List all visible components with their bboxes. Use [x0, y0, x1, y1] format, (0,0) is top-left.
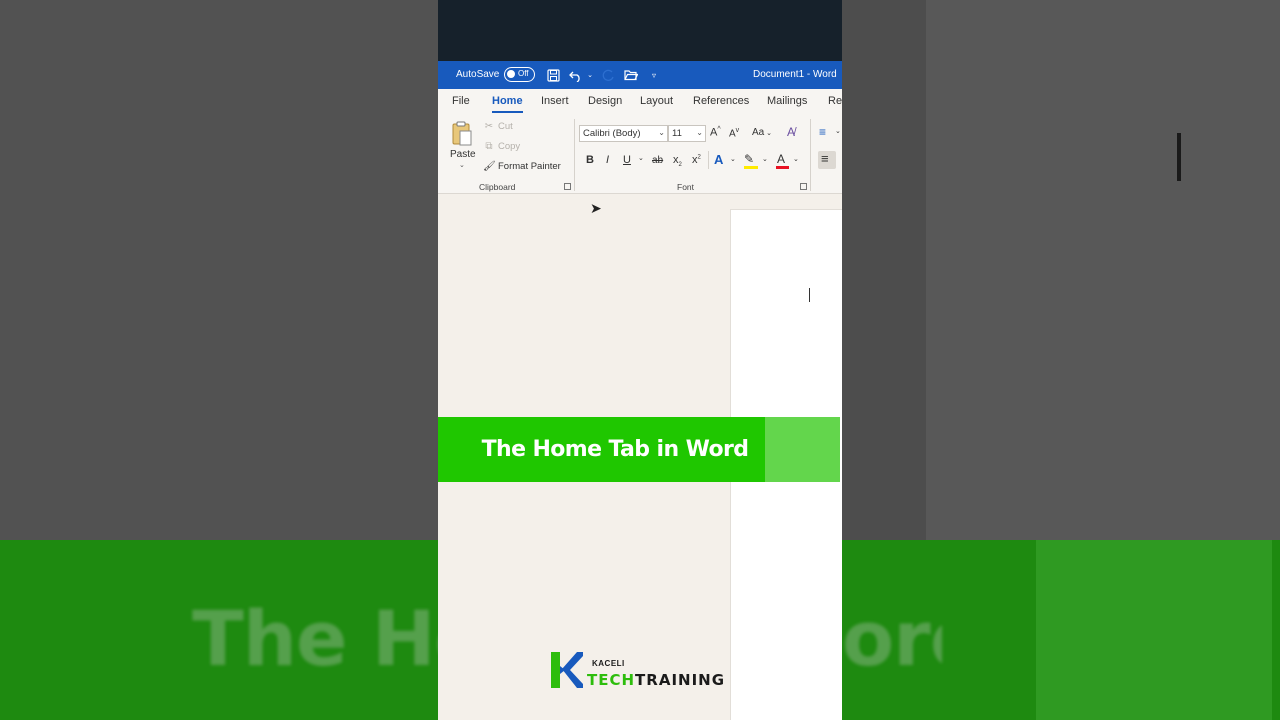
blurred-background-panel [926, 0, 1280, 540]
undo-icon[interactable] [568, 66, 584, 84]
banner-title: The Home Tab in Word [481, 437, 749, 462]
blurred-cursor-mark [1177, 133, 1181, 181]
cut-button[interactable]: ✂ Cut [483, 121, 513, 132]
change-case-button[interactable]: Aa ⌄ [752, 127, 772, 138]
open-folder-icon[interactable] [623, 66, 639, 84]
clipboard-group-label: Clipboard [479, 182, 516, 192]
format-painter-button[interactable]: 🖌 Format Painter [483, 161, 561, 172]
bullets-icon[interactable]: ≡ [819, 125, 826, 139]
redo-icon [600, 66, 616, 84]
blurred-banner-accent [1036, 540, 1272, 720]
paste-icon[interactable] [451, 120, 473, 148]
blurred-title-right: ord [842, 594, 942, 683]
font-color-button[interactable]: A [777, 152, 785, 166]
grow-font-button[interactable]: A^ [710, 126, 721, 139]
bold-button[interactable]: B [586, 154, 594, 166]
font-name-select[interactable]: Calibri (Body) ⌄ [579, 125, 668, 142]
word-window: AutoSave Off ⌄ ▿ Document1 - Word File H… [438, 0, 842, 720]
strikethrough-button[interactable]: ab [652, 155, 663, 166]
title-bar: AutoSave Off ⌄ ▿ Document1 - Word [438, 61, 842, 89]
change-case-label: Aa [752, 127, 765, 138]
superscript-button[interactable]: x2 [692, 154, 701, 166]
mouse-pointer-icon: ➤ [590, 200, 602, 216]
font-size-value: 11 [672, 128, 682, 139]
tab-mailings[interactable]: Mailings [767, 95, 807, 107]
cut-label: Cut [498, 121, 513, 132]
font-name-value: Calibri (Body) [583, 128, 641, 139]
chevron-down-icon: ⌄ [658, 128, 665, 137]
group-divider [810, 119, 811, 191]
dark-top-area [438, 0, 842, 61]
font-color-swatch [776, 166, 789, 169]
italic-button[interactable]: I [606, 154, 609, 166]
ribbon: Paste ⌄ ✂ Cut ⧉ Copy 🖌 Format Painter Cl… [438, 115, 842, 194]
shrink-font-label: A [729, 128, 736, 140]
shrink-font-button[interactable]: Av [729, 127, 739, 139]
underline-button[interactable]: U [623, 154, 631, 166]
highlight-pen-icon[interactable]: ✎ [744, 152, 754, 166]
align-left-icon: ≡ [821, 151, 829, 166]
copy-label: Copy [498, 141, 521, 152]
logo-small-text: KACELI [592, 659, 625, 668]
highlight-dropdown-icon[interactable]: ⌄ [762, 155, 768, 163]
autosave-label: AutoSave [456, 69, 500, 80]
scissors-icon: ✂ [484, 121, 494, 132]
clear-formatting-icon[interactable]: A̸ [787, 125, 795, 139]
paste-button[interactable]: Paste [450, 149, 476, 160]
chevron-down-icon: ⌄ [696, 128, 703, 137]
text-effects-dropdown-icon[interactable]: ⌄ [730, 155, 736, 163]
video-frame: The Hor ord AutoSave Off ⌄ ▿ [0, 0, 1280, 720]
tab-review[interactable]: Re [828, 95, 842, 107]
tab-insert[interactable]: Insert [541, 95, 569, 107]
ribbon-tabs: File Home Insert Design Layout Reference… [438, 89, 842, 115]
font-color-dropdown-icon[interactable]: ⌄ [793, 155, 799, 163]
customize-toolbar-icon[interactable]: ▿ [648, 66, 660, 84]
tab-home[interactable]: Home [492, 95, 523, 113]
undo-dropdown-icon[interactable]: ⌄ [586, 66, 594, 84]
tab-design[interactable]: Design [588, 95, 622, 107]
subscript-button[interactable]: x2 [673, 154, 682, 168]
font-launcher-icon[interactable] [800, 183, 807, 190]
toggle-knob [507, 70, 515, 78]
text-effects-button[interactable]: A [714, 152, 723, 167]
group-divider [574, 119, 575, 191]
highlight-color-swatch [744, 166, 758, 169]
bullets-dropdown-icon[interactable]: ⌄ [835, 127, 841, 135]
tab-references[interactable]: References [693, 95, 749, 107]
font-group-label: Font [677, 182, 695, 192]
kaceli-logo: KACELI TECHTRAINING [551, 652, 731, 692]
clipboard-launcher-icon[interactable] [564, 183, 571, 190]
logo-tech-text: TECH [587, 671, 636, 689]
document-title: Document1 - Word [753, 69, 837, 80]
k-logo-icon [551, 652, 583, 688]
autosave-toggle[interactable]: Off [504, 67, 535, 82]
copy-icon: ⧉ [485, 141, 493, 152]
logo-wordmark: TECHTRAINING [587, 671, 725, 689]
copy-button[interactable]: ⧉ Copy [483, 141, 520, 152]
align-left-button[interactable]: ≡ [818, 151, 836, 169]
format-painter-label: Format Painter [498, 161, 561, 172]
underline-dropdown-icon[interactable]: ⌄ [638, 154, 644, 162]
paste-dropdown-icon[interactable]: ⌄ [459, 161, 465, 169]
tab-layout[interactable]: Layout [640, 95, 673, 107]
format-painter-icon: 🖌 [483, 161, 496, 172]
text-cursor [809, 288, 810, 302]
inline-divider [708, 151, 709, 169]
save-icon[interactable] [545, 66, 561, 84]
logo-training-text: TRAINING [635, 671, 726, 689]
autosave-state: Off [518, 69, 529, 78]
title-banner: The Home Tab in Word [438, 417, 840, 482]
font-size-select[interactable]: 11 ⌄ [668, 125, 706, 142]
tab-file[interactable]: File [452, 95, 470, 107]
